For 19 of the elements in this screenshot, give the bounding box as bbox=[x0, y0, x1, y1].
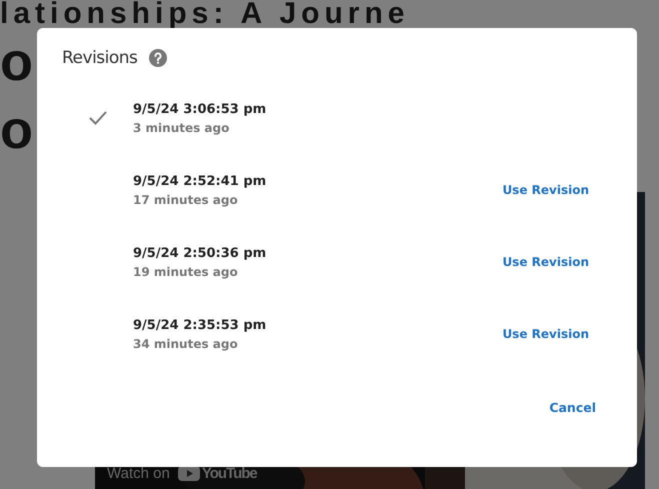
page-heading: o bbox=[0, 31, 32, 94]
revision-age: 17 minutes ago bbox=[133, 192, 239, 206]
help-icon[interactable] bbox=[149, 49, 168, 67]
brand-name: YouTube bbox=[202, 465, 257, 482]
revision-age: 34 minutes ago bbox=[133, 336, 239, 350]
revision-date: 9/5/24 3:06:53 pm bbox=[133, 102, 268, 116]
page-heading: lationships: A Journe bbox=[0, 0, 410, 28]
use-revision-button[interactable]: Use Revision bbox=[502, 255, 589, 269]
dialog-title: Revisions bbox=[62, 48, 138, 68]
revision-date: 9/5/24 2:35:53 pm bbox=[133, 318, 268, 332]
revision-date: 9/5/24 2:52:41 pm bbox=[133, 174, 268, 188]
watch-label: Watch on bbox=[107, 465, 170, 482]
revision-date: 9/5/24 2:50:36 pm bbox=[133, 246, 268, 260]
revision-age: 19 minutes ago bbox=[133, 264, 239, 278]
cancel-button[interactable]: Cancel bbox=[549, 400, 596, 415]
page-heading: o bbox=[0, 99, 32, 162]
use-revision-button[interactable]: Use Revision bbox=[502, 183, 589, 197]
use-revision-button[interactable]: Use Revision bbox=[502, 327, 589, 341]
revision-age: 3 minutes ago bbox=[133, 120, 230, 134]
